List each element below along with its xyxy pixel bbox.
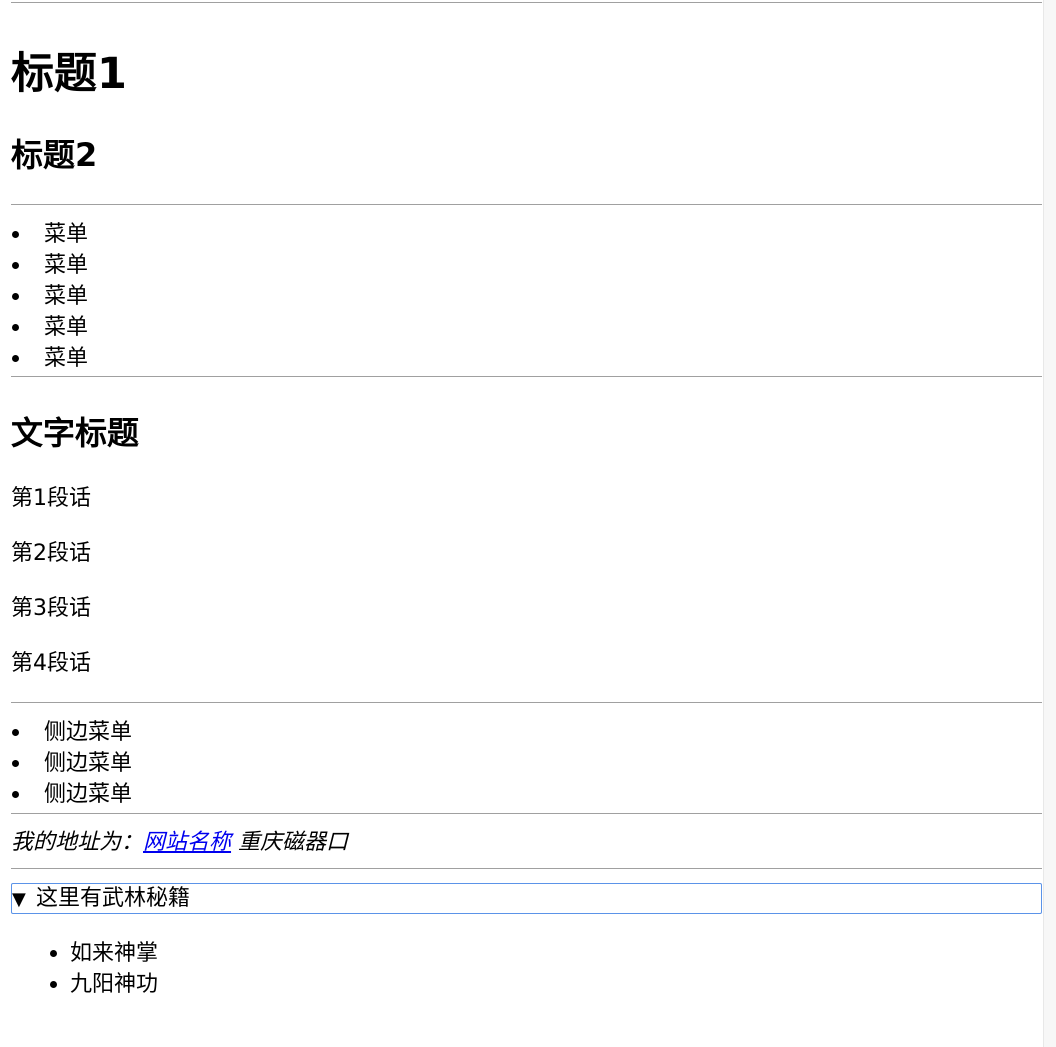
aside-menu-item-label: 侧边菜单 — [44, 782, 133, 807]
details-summary[interactable]: ▼ 这里有武林秘籍 — [11, 883, 1042, 914]
page-content: 标题1 标题2 菜单 菜单 菜单 菜单 菜单 文字标题 第1段话 第2段话 第3… — [11, 0, 1042, 1000]
aside-menu-item[interactable]: 侧边菜单 — [11, 748, 1042, 779]
address-line: 我的地址为：网站名称 重庆磁器口 — [11, 828, 1042, 858]
aside-menu-item-label: 侧边菜单 — [44, 751, 133, 776]
details-summary-label: 这里有武林秘籍 — [36, 886, 191, 911]
nav-menu-item-label: 菜单 — [44, 253, 89, 278]
article-paragraph-2: 第2段话 — [11, 541, 91, 566]
article-paragraph-4: 第4段话 — [11, 651, 91, 676]
triangle-down-icon: ▼ — [12, 889, 26, 910]
nav-menu-item-label: 菜单 — [44, 315, 89, 340]
aside-menu-item[interactable]: 侧边菜单 — [11, 779, 1042, 810]
nav-menu-item-label: 菜单 — [44, 222, 89, 247]
aside-top-rule — [11, 702, 1042, 703]
aside-menu-item-label: 侧边菜单 — [44, 720, 133, 745]
nav-menu-item[interactable]: 菜单 — [11, 343, 1042, 374]
address-prefix: 我的地址为： — [11, 830, 144, 855]
details-list-item-label: 九阳神功 — [70, 972, 159, 997]
page-heading-2: 标题2 — [11, 136, 98, 174]
window-scroll-edge — [1043, 0, 1056, 1047]
nav-menu-item-label: 菜单 — [44, 284, 89, 309]
article-paragraph-3: 第3段话 — [11, 596, 91, 621]
details-list-item: 九阳神功 — [11, 969, 1042, 1000]
address-location: 重庆磁器口 — [238, 830, 349, 855]
details-list-item-label: 如来神掌 — [70, 941, 159, 966]
aside-bottom-rule — [11, 813, 1042, 814]
details-list-item: 如来神掌 — [11, 938, 1042, 969]
details-list: 如来神掌 九阳神功 — [11, 938, 1042, 1000]
article-paragraph-1: 第1段话 — [11, 486, 91, 511]
footer-rule — [11, 868, 1042, 869]
nav-menu: 菜单 菜单 菜单 菜单 菜单 — [11, 219, 1042, 374]
nav-menu-item-label: 菜单 — [44, 346, 89, 371]
nav-bottom-rule — [11, 376, 1042, 377]
page-heading-1: 标题1 — [11, 49, 127, 99]
article-title: 文字标题 — [11, 414, 140, 452]
nav-top-rule — [11, 204, 1042, 205]
nav-menu-item[interactable]: 菜单 — [11, 281, 1042, 312]
site-name-link[interactable]: 网站名称 — [143, 830, 231, 855]
aside-menu-item[interactable]: 侧边菜单 — [11, 717, 1042, 748]
nav-menu-item[interactable]: 菜单 — [11, 250, 1042, 281]
nav-menu-item[interactable]: 菜单 — [11, 312, 1042, 343]
nav-menu-item[interactable]: 菜单 — [11, 219, 1042, 250]
aside-menu: 侧边菜单 侧边菜单 侧边菜单 — [11, 717, 1042, 810]
top-rule — [11, 2, 1042, 3]
